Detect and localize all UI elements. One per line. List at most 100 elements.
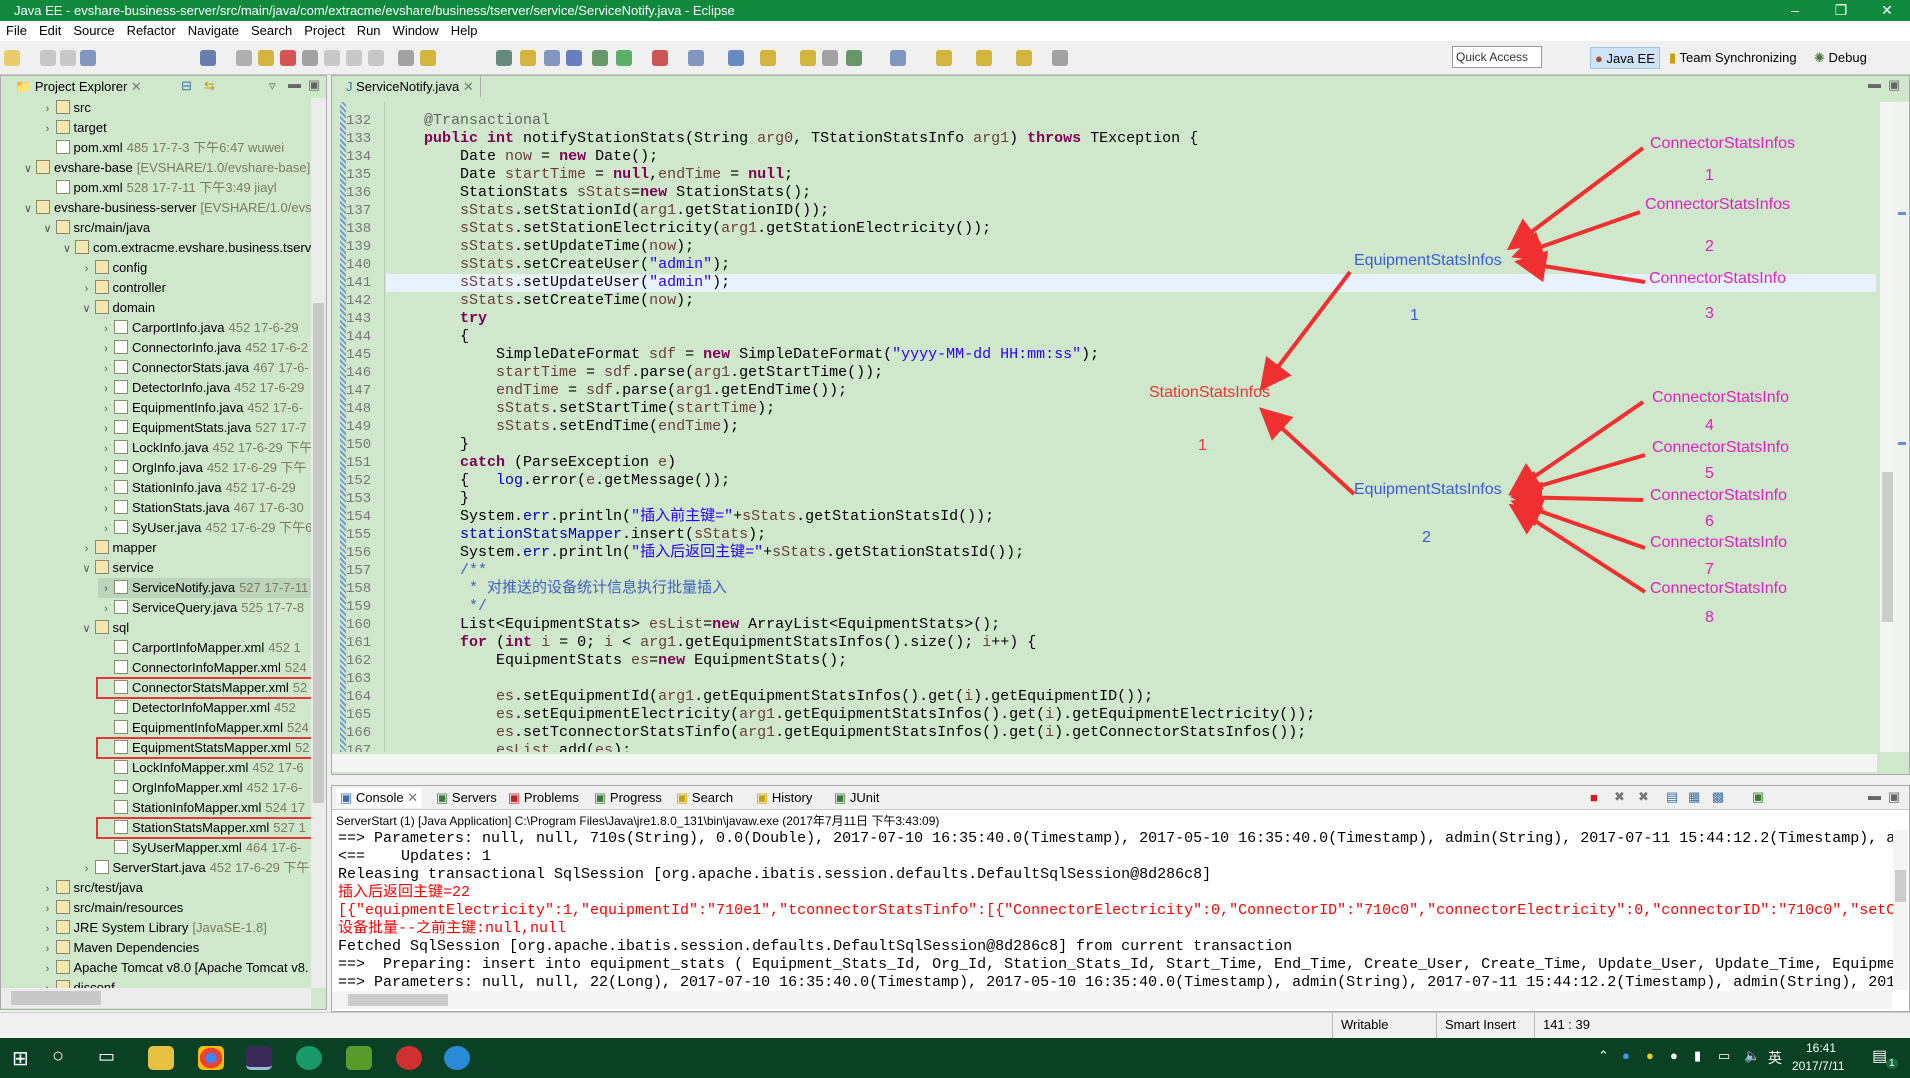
annotation-label: EquipmentStatsInfos	[1354, 252, 1502, 269]
remove-all-icon[interactable]: ✖	[1638, 789, 1649, 805]
tab-label: History	[771, 790, 813, 805]
annotation-arrow	[1508, 400, 1645, 495]
tab-label: Search	[691, 790, 734, 805]
open-console-icon[interactable]: ▣	[1752, 789, 1764, 805]
tab-servers[interactable]: ▣ Servers	[432, 788, 501, 808]
tray-app-icon[interactable]: ●	[1622, 1048, 1630, 1063]
notification-center-icon[interactable]: ▤	[1872, 1046, 1887, 1066]
annotation-arrow	[1510, 481, 1644, 514]
tab-history[interactable]: ▣ History	[752, 788, 816, 808]
tray-app-icon[interactable]: ●	[1646, 1048, 1654, 1063]
annotation-number: 1	[1198, 437, 1207, 454]
console-launch-header: ServerStart (1) [Java Application] C:\Pr…	[336, 814, 940, 828]
tab-problems[interactable]: ▣ Problems	[504, 788, 583, 808]
annotation-label: EquipmentStatsInfos	[1354, 481, 1502, 498]
terminate-icon[interactable]: ■	[1590, 790, 1598, 805]
tab-label: Servers	[451, 790, 497, 805]
display-console-icon[interactable]: ▩	[1712, 789, 1724, 805]
annotation-arrow	[1259, 270, 1352, 392]
annotation-arrow	[1508, 453, 1646, 502]
console-line: 插入后返回主键=22	[338, 884, 471, 901]
ime-indicator[interactable]: 英	[1768, 1048, 1782, 1068]
annotation-label: ConnectorStatsInfo	[1649, 270, 1786, 287]
annotation-label: ConnectorStatsInfos	[1645, 196, 1790, 213]
tab-label: JUnit	[849, 790, 880, 805]
annotation-label: ConnectorStatsInfo	[1652, 439, 1789, 456]
tab-console[interactable]: ▣ Console ✕	[336, 788, 423, 808]
console-line: ==> Preparing: insert into equipment_sta…	[338, 956, 1893, 973]
tab-label: Console	[355, 790, 404, 805]
task-view-icon[interactable]: ▭	[98, 1046, 115, 1067]
junit-icon: ▣	[834, 790, 850, 805]
taskbar-app-icon[interactable]	[148, 1046, 174, 1070]
annotation-label: ConnectorStatsInfo	[1652, 389, 1789, 406]
windows-start-icon[interactable]: ⊞	[12, 1046, 29, 1071]
annotation-label: StationStatsInfos	[1149, 384, 1270, 401]
tab-label: Problems	[523, 790, 579, 805]
tab-search[interactable]: ▣ Search	[672, 788, 737, 808]
annotation-number: 7	[1705, 561, 1714, 578]
console-line: 设备批量--之前主键:null,null	[338, 920, 567, 937]
windows-taskbar: ⊞ ○ ▭ ⌃ ● ● ● ▮ ▭ 🔈 英 16:41 2017/7/11 ▤ …	[0, 1038, 1910, 1078]
eclipse-icon[interactable]	[246, 1046, 272, 1070]
annotation-number: 4	[1705, 417, 1714, 434]
annotation-label: ConnectorStatsInfos	[1650, 135, 1795, 152]
progress-icon: ▣	[594, 790, 610, 805]
clock-date[interactable]: 2017/7/11	[1792, 1059, 1845, 1073]
annotation-number: 5	[1705, 465, 1714, 482]
console-vertical-scrollbar[interactable]	[1893, 830, 1908, 990]
console-line: ==> Parameters: null, null, 710s(String)…	[338, 830, 1893, 847]
tab-junit[interactable]: ▣ JUnit	[830, 788, 884, 808]
console-line: <== Updates: 1	[338, 848, 492, 865]
network-icon[interactable]: ▭	[1718, 1048, 1730, 1064]
status-insert-mode: Smart Insert	[1436, 1013, 1534, 1039]
chrome-icon[interactable]	[198, 1046, 224, 1070]
battery-icon[interactable]: ▮	[1694, 1048, 1701, 1064]
close-icon[interactable]: ✕	[404, 790, 418, 805]
qq-icon[interactable]: ●	[1670, 1048, 1678, 1063]
console-line: Fetched SqlSession [org.apache.ibatis.se…	[338, 938, 1293, 955]
history-icon: ▣	[756, 790, 772, 805]
annotation-label: ConnectorStatsInfo	[1650, 580, 1787, 597]
search-icon: ▣	[676, 790, 692, 805]
volume-icon[interactable]: 🔈	[1744, 1048, 1760, 1064]
annotation-number: 2	[1422, 529, 1431, 546]
minimize-icon[interactable]: ▬	[1868, 788, 1881, 803]
console-horizontal-scrollbar[interactable]	[332, 991, 1892, 1009]
pin-console-icon[interactable]: ▦	[1688, 789, 1700, 805]
console-line: Releasing transactional SqlSession [org.…	[338, 866, 1212, 883]
annotation-label: ConnectorStatsInfo	[1650, 487, 1787, 504]
annotation-number: 1	[1705, 167, 1714, 184]
annotation-arrow	[1514, 250, 1646, 284]
annotation-arrow	[1510, 496, 1646, 550]
taskbar-app-icon[interactable]	[396, 1046, 422, 1070]
status-writable: Writable	[1332, 1013, 1436, 1039]
taskbar-app-icon[interactable]	[346, 1046, 372, 1070]
console-line: [{"equipmentElectricity":1,"equipmentId"…	[338, 902, 1893, 919]
annotation-number: 1	[1410, 307, 1419, 324]
maximize-icon[interactable]: ▣	[1888, 789, 1900, 805]
console-panel: ▣ Console ✕ ▣ Servers ▣ Problems ▣ Progress…	[331, 785, 1910, 1012]
clock-time[interactable]: 16:41	[1806, 1041, 1836, 1055]
remove-launch-icon[interactable]: ✖	[1614, 789, 1625, 805]
annotation-number: 2	[1705, 238, 1714, 255]
taskbar-app-icon[interactable]	[296, 1046, 322, 1070]
status-bar: Writable Smart Insert 141 : 39	[0, 1012, 1910, 1039]
show-hidden-icons-icon[interactable]: ⌃	[1598, 1048, 1609, 1064]
servers-icon: ▣	[436, 790, 452, 805]
status-cursor-position: 141 : 39	[1534, 1013, 1654, 1039]
console-output[interactable]: ==> Parameters: null, null, 710s(String)…	[332, 830, 1893, 991]
annotation-number: 8	[1705, 609, 1714, 626]
annotation-number: 3	[1705, 305, 1714, 322]
tab-label: Progress	[609, 790, 662, 805]
annotation-arrow	[1511, 210, 1641, 262]
notification-count: 1	[1886, 1058, 1898, 1069]
tab-progress[interactable]: ▣ Progress	[590, 788, 666, 808]
taskbar-app-icon[interactable]	[444, 1046, 470, 1070]
problems-icon: ▣	[508, 790, 524, 805]
annotation-arrow	[1259, 407, 1356, 496]
scroll-lock-icon[interactable]: ▤	[1666, 789, 1678, 805]
annotation-number: 6	[1705, 513, 1714, 530]
search-icon[interactable]: ○	[52, 1045, 64, 1068]
annotation-label: ConnectorStatsInfo	[1650, 534, 1787, 551]
